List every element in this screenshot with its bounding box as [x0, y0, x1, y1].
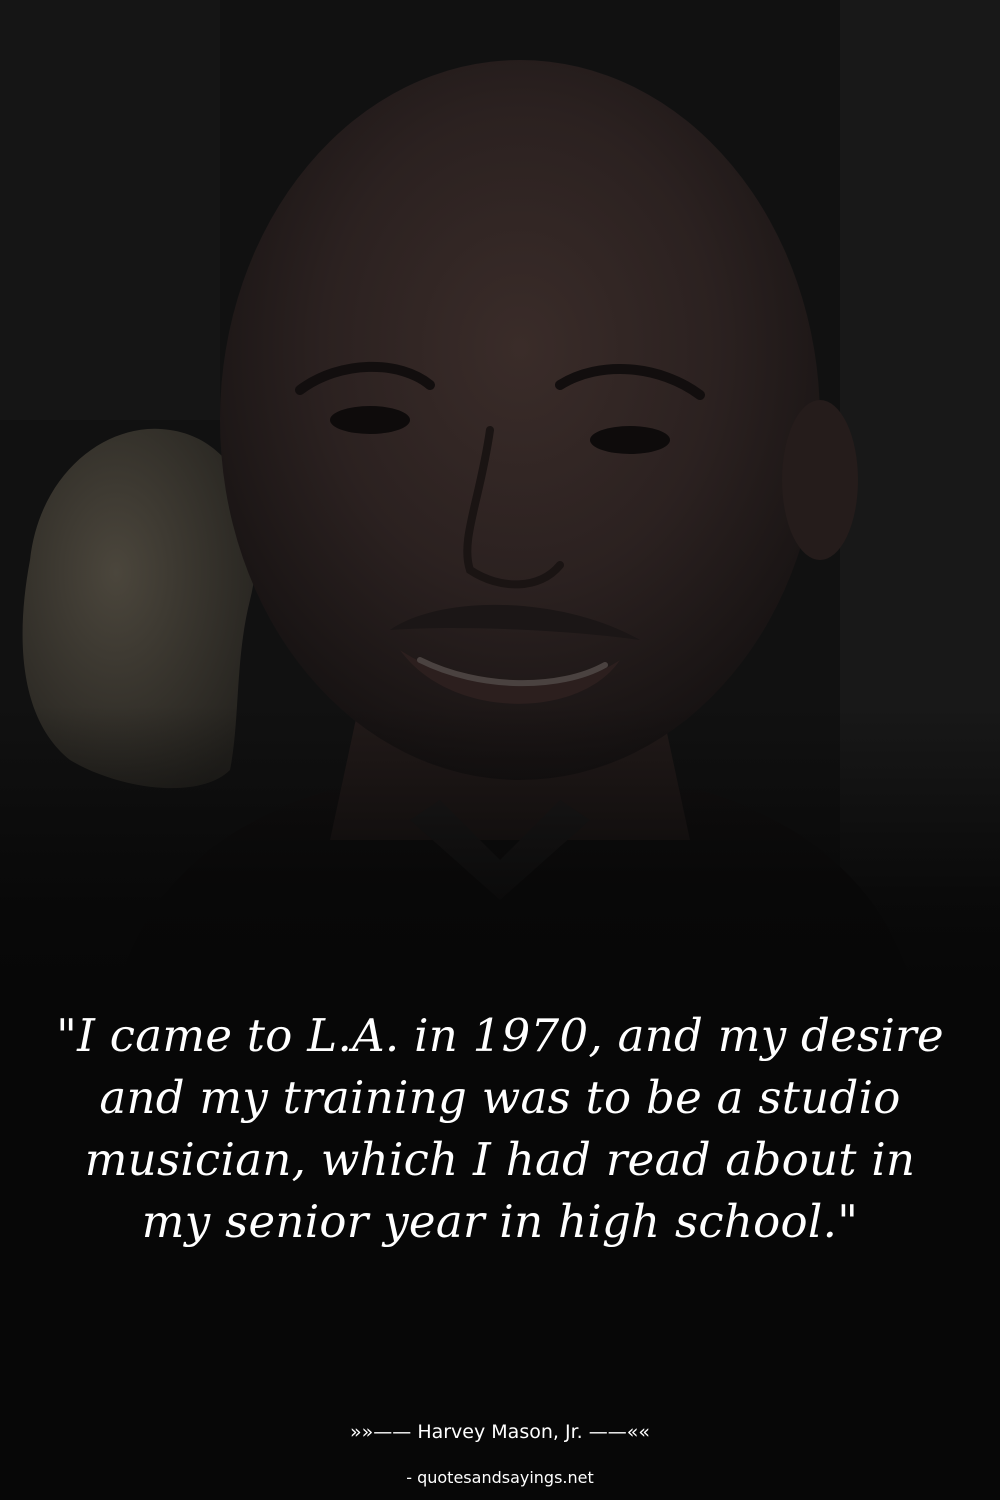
quote-attribution: »»—— Harvey Mason, Jr. ——«« [350, 1421, 650, 1443]
quote-text: "I came to L.A. in 1970, and my desire a… [56, 1009, 944, 1248]
source-credit: - quotesandsayings.net [406, 1468, 594, 1487]
photo-fade-overlay [0, 0, 1000, 980]
portrait-photo [0, 0, 1000, 980]
quote-poster: "I came to L.A. in 1970, and my desire a… [0, 0, 1000, 1500]
quote-block: "I came to L.A. in 1970, and my desire a… [50, 1005, 950, 1253]
